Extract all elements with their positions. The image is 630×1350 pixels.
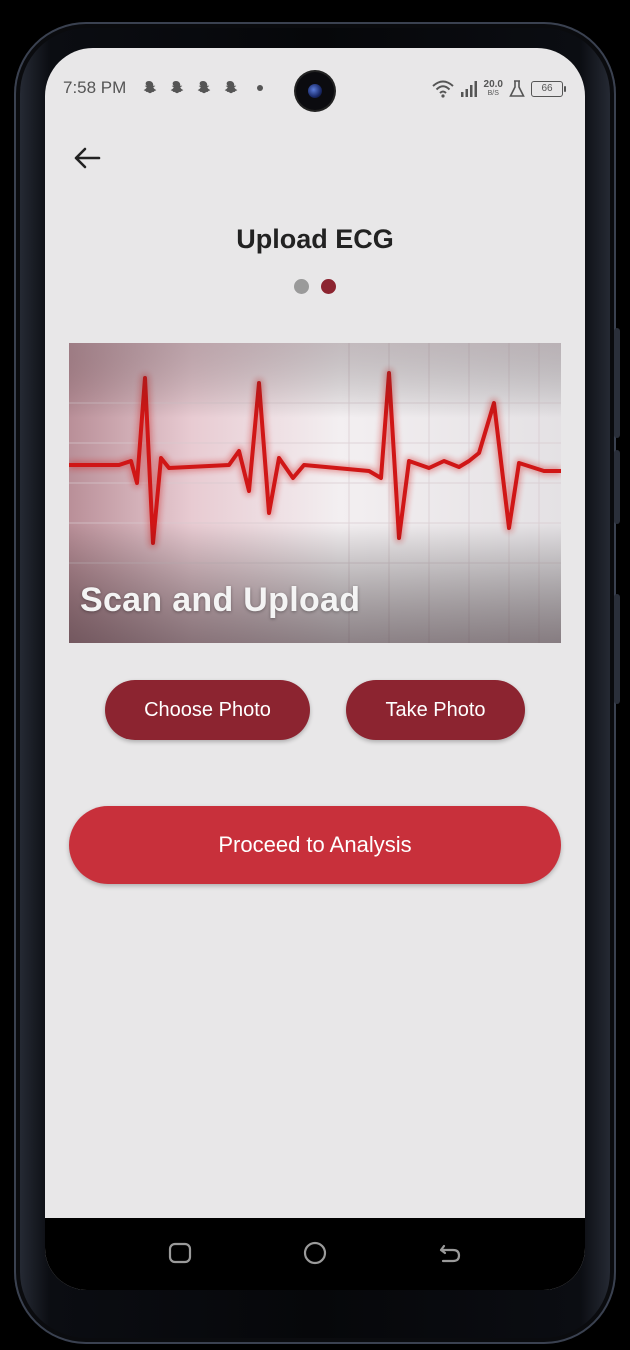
- recents-button[interactable]: [165, 1238, 195, 1268]
- snapchat-icon: [197, 81, 211, 94]
- ecg-hero-image: Scan and Upload: [69, 343, 561, 643]
- status-bar: 7:58 PM 20.0 B/S 66: [45, 48, 585, 128]
- net-speed: 20.0 B/S: [484, 80, 503, 98]
- take-photo-button[interactable]: Take Photo: [346, 680, 525, 740]
- status-time: 7:58 PM: [63, 78, 127, 97]
- recents-icon: [168, 1242, 192, 1264]
- proceed-to-analysis-button[interactable]: Proceed to Analysis: [69, 806, 561, 884]
- arrow-left-icon: [74, 147, 101, 169]
- home-button[interactable]: [300, 1238, 330, 1268]
- snapchat-icon: [170, 81, 184, 94]
- back-button[interactable]: [65, 136, 109, 180]
- side-button: [614, 594, 620, 704]
- back-icon: [439, 1244, 461, 1263]
- page-dot-1: [294, 279, 309, 294]
- battery-level: 66: [541, 83, 553, 94]
- snapchat-icon: [224, 81, 238, 94]
- page-indicator: [45, 279, 585, 294]
- page-title: Upload ECG: [236, 224, 394, 254]
- notification-dot: [257, 85, 263, 91]
- signal-icon: [460, 81, 477, 97]
- volume-button: [614, 328, 620, 438]
- power-button: [614, 450, 620, 524]
- choose-photo-button[interactable]: Choose Photo: [105, 680, 310, 740]
- status-icons: 20.0 B/S 66: [431, 78, 566, 100]
- app-screen: 7:58 PM 20.0 B/S 66 Upload ECG Scan and …: [45, 48, 585, 1290]
- navigation-bar: [45, 1218, 585, 1290]
- snapchat-icon: [143, 81, 157, 94]
- net-speed-value: 20.0: [483, 79, 503, 90]
- wifi-icon: [431, 80, 454, 98]
- flask-icon: [509, 80, 525, 97]
- system-back-button[interactable]: [435, 1238, 465, 1268]
- net-speed-unit: B/S: [487, 90, 499, 97]
- front-camera: [296, 72, 334, 110]
- home-icon: [303, 1241, 327, 1265]
- battery-icon: 66: [531, 81, 566, 97]
- hero-caption: Scan and Upload: [80, 581, 361, 619]
- page-dot-2-active: [321, 279, 336, 294]
